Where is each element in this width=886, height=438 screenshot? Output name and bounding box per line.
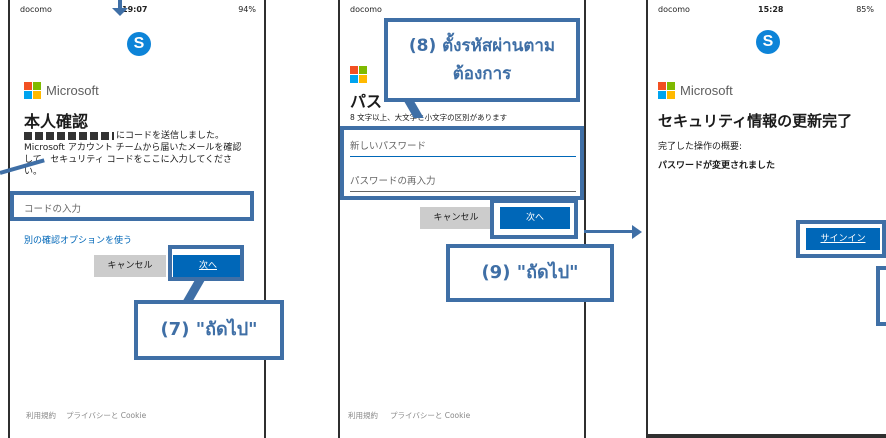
password-fields-highlight <box>340 126 584 200</box>
signin-button-highlight <box>796 220 886 258</box>
clock: 15:28 <box>758 5 784 14</box>
terms-link[interactable]: 利用規約 <box>348 410 378 421</box>
arrow-right-icon <box>632 225 642 239</box>
cancel-button[interactable]: キャンセル <box>420 207 492 229</box>
carrier-label: docomo <box>350 5 382 14</box>
skype-logo-icon: S <box>756 30 780 54</box>
callout-step8: (8) ตั้งรหัสผ่านตามต้องการ <box>384 18 580 102</box>
screen3-bottom-border <box>646 434 886 438</box>
cancel-button[interactable]: キャンセル <box>94 255 166 277</box>
carrier-label: docomo <box>658 5 690 14</box>
result-text: パスワードが変更されました <box>658 161 776 171</box>
status-bar: docomo <box>340 0 584 20</box>
page-title: セキュリティ情報の更新完了 <box>658 112 853 130</box>
password-hint: 8 文字以上、大文字と小文字の区別があります <box>350 113 508 122</box>
page-title: パス <box>350 92 383 111</box>
arrow-connector-line <box>584 230 634 233</box>
microsoft-logo-icon <box>24 82 42 100</box>
instruction-text: にコードを送信しました。Microsoft アカウント チームから届いたメールを… <box>24 131 242 177</box>
phone-screen-3: docomo 15:28 85% S Microsoft セキュリティ情報の更新… <box>646 0 886 438</box>
brand-name: Microsoft <box>680 83 733 98</box>
status-bar: docomo 19:07 94% <box>10 0 264 20</box>
battery-level: 94% <box>238 5 256 14</box>
page-title: 本人確認 <box>24 112 89 131</box>
terms-link[interactable]: 利用規約 <box>26 410 56 421</box>
callout-step9: (9) "ถัดไป" <box>446 244 614 302</box>
next-button-highlight <box>168 245 244 281</box>
privacy-link[interactable]: プライバシーと Cookie <box>66 410 146 421</box>
microsoft-logo-icon <box>350 66 368 84</box>
microsoft-logo-icon <box>658 82 676 100</box>
arrow-head-icon <box>112 8 128 16</box>
offscreen-callout-edge <box>876 266 886 326</box>
privacy-link[interactable]: プライバシーと Cookie <box>390 410 470 421</box>
callout-step7: (7) "ถัดไป" <box>134 300 284 360</box>
brand-name: Microsoft <box>46 83 99 98</box>
status-bar: docomo 15:28 85% <box>648 0 886 20</box>
summary-label: 完了した操作の概要: <box>658 142 743 152</box>
alt-verify-link[interactable]: 別の確認オプションを使う <box>24 233 132 246</box>
code-input-highlight <box>10 191 254 221</box>
carrier-label: docomo <box>20 5 52 14</box>
skype-logo-icon: S <box>127 32 151 56</box>
next-button-highlight <box>490 199 578 239</box>
battery-level: 85% <box>856 5 874 14</box>
